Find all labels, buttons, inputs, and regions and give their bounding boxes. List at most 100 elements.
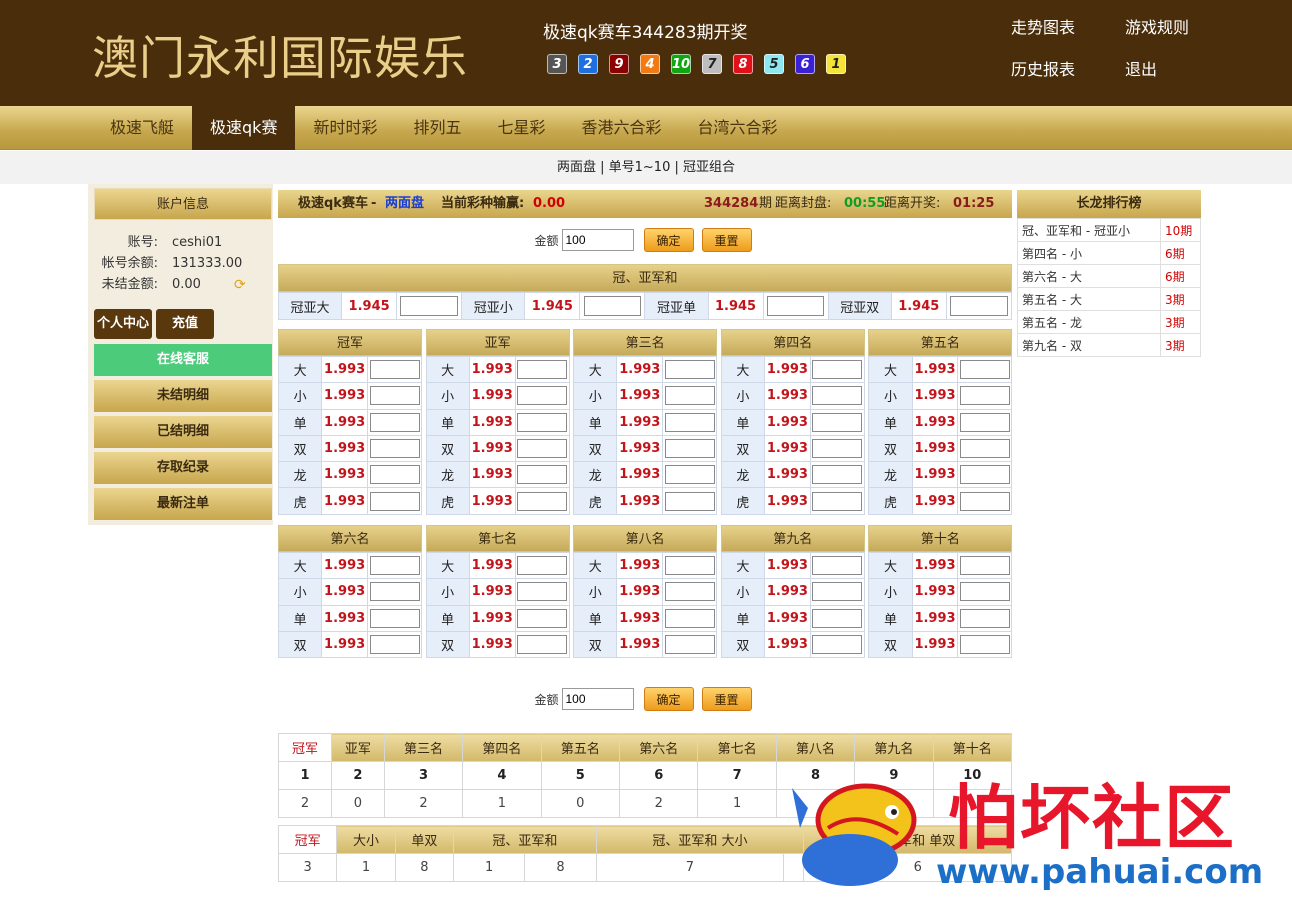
bet-input[interactable]	[959, 582, 1010, 602]
bet-input[interactable]	[812, 491, 863, 511]
bet-input[interactable]	[369, 556, 420, 576]
bet-input[interactable]	[583, 296, 642, 316]
bet-input[interactable]	[812, 582, 863, 602]
bet-input[interactable]	[959, 386, 1010, 406]
bet-input[interactable]	[517, 582, 568, 602]
confirm-button[interactable]: 确定	[643, 228, 694, 252]
bet-row: 小 1.993	[425, 578, 570, 606]
bet-input[interactable]	[664, 360, 715, 380]
nav-tab[interactable]: 极速qk赛	[192, 106, 296, 150]
bet-input[interactable]	[369, 608, 420, 628]
menu-item[interactable]: 在线客服	[94, 344, 272, 376]
bet-input[interactable]	[812, 439, 863, 459]
result-tab[interactable]: 第十名	[932, 733, 1013, 762]
trend-chart-link[interactable]: 走势图表	[1011, 14, 1075, 38]
nav-tab[interactable]: 新时时彩	[295, 106, 395, 150]
result-tab[interactable]: 冠军	[278, 733, 332, 762]
bet-input[interactable]	[517, 412, 568, 432]
recharge-button[interactable]: 充值	[156, 309, 214, 339]
confirm-button[interactable]: 确定	[643, 687, 694, 711]
bet-input[interactable]	[664, 465, 715, 485]
result-tab[interactable]: 第四名	[462, 733, 542, 762]
bet-input[interactable]	[517, 386, 568, 406]
stat-tab[interactable]: 冠、亚军和	[453, 825, 597, 854]
bet-input[interactable]	[400, 296, 458, 316]
bet-input[interactable]	[369, 582, 420, 602]
personal-center-button[interactable]: 个人中心	[94, 309, 152, 339]
bet-input[interactable]	[517, 360, 568, 380]
reset-button[interactable]: 重置	[701, 687, 752, 711]
bet-label: 龙	[868, 461, 913, 489]
bet-input[interactable]	[959, 635, 1010, 655]
bet-input[interactable]	[664, 439, 715, 459]
bet-input[interactable]	[664, 491, 715, 511]
site-logo: 澳门永利国际娱乐	[92, 31, 468, 85]
bet-input[interactable]	[959, 465, 1010, 485]
amount-input[interactable]	[561, 688, 634, 710]
bet-input[interactable]	[369, 412, 420, 432]
refresh-icon[interactable]: ⟳	[234, 278, 248, 292]
bet-input[interactable]	[959, 439, 1010, 459]
stat-tab[interactable]: 冠、亚军和 大小	[595, 825, 805, 854]
sub-nav[interactable]: 两面盘 | 单号1~10 | 冠亚组合	[0, 151, 1292, 184]
bet-input[interactable]	[664, 635, 715, 655]
bet-input[interactable]	[959, 491, 1010, 511]
bet-input[interactable]	[369, 635, 420, 655]
bet-input[interactable]	[517, 465, 568, 485]
nav-tab[interactable]: 极速飞艇	[92, 106, 192, 150]
game-rules-link[interactable]: 游戏规则	[1125, 14, 1189, 38]
stat-tab[interactable]: 单双	[394, 825, 455, 854]
bet-input[interactable]	[664, 608, 715, 628]
history-report-link[interactable]: 历史报表	[1011, 56, 1075, 80]
bet-input[interactable]	[369, 386, 420, 406]
result-tab[interactable]: 第九名	[854, 733, 934, 762]
bet-input[interactable]	[369, 465, 420, 485]
bet-input[interactable]	[812, 386, 863, 406]
amount-input[interactable]	[561, 229, 634, 251]
nav-tab[interactable]: 香港六合彩	[564, 106, 680, 150]
bet-input[interactable]	[950, 296, 1008, 316]
bet-input[interactable]	[959, 556, 1010, 576]
bet-input[interactable]	[517, 608, 568, 628]
stat-tab[interactable]: 冠军	[277, 825, 338, 854]
bet-input[interactable]	[664, 582, 715, 602]
menu-item[interactable]: 最新注单	[94, 488, 272, 520]
bet-input[interactable]	[812, 360, 863, 380]
nav-tab[interactable]: 七星彩	[479, 106, 563, 150]
menu-item[interactable]: 存取纪录	[94, 452, 272, 484]
bet-input[interactable]	[959, 360, 1010, 380]
bet-input[interactable]	[517, 556, 568, 576]
nav-tab[interactable]: 台湾六合彩	[680, 106, 796, 150]
result-tab[interactable]: 亚军	[330, 733, 385, 762]
bet-input[interactable]	[369, 491, 420, 511]
menu-item[interactable]: 未结明细	[94, 380, 272, 412]
result-tab[interactable]: 第五名	[540, 733, 621, 762]
stat-tab[interactable]: 大小	[336, 825, 396, 854]
bet-input[interactable]	[766, 296, 825, 316]
result-tab[interactable]: 第七名	[697, 733, 777, 762]
bet-odds: 1.993	[911, 630, 959, 659]
bet-input[interactable]	[812, 635, 863, 655]
bet-input[interactable]	[369, 439, 420, 459]
bet-input[interactable]	[517, 491, 568, 511]
bet-input[interactable]	[664, 386, 715, 406]
stat-value: 7	[595, 853, 785, 882]
bet-input[interactable]	[664, 556, 715, 576]
bet-input[interactable]	[812, 608, 863, 628]
bet-input[interactable]	[812, 465, 863, 485]
bet-input[interactable]	[517, 635, 568, 655]
reset-button[interactable]: 重置	[701, 228, 752, 252]
result-tab[interactable]: 第八名	[775, 733, 856, 762]
bet-input[interactable]	[812, 556, 863, 576]
bet-input[interactable]	[959, 608, 1010, 628]
result-tab[interactable]: 第三名	[383, 733, 464, 762]
result-tab[interactable]: 第六名	[619, 733, 699, 762]
bet-input[interactable]	[812, 412, 863, 432]
bet-input[interactable]	[517, 439, 568, 459]
bet-input[interactable]	[959, 412, 1010, 432]
nav-tab[interactable]: 排列五	[395, 106, 479, 150]
bet-input[interactable]	[369, 360, 420, 380]
menu-item[interactable]: 已结明细	[94, 416, 272, 448]
bet-input[interactable]	[664, 412, 715, 432]
logout-link[interactable]: 退出	[1125, 56, 1157, 80]
